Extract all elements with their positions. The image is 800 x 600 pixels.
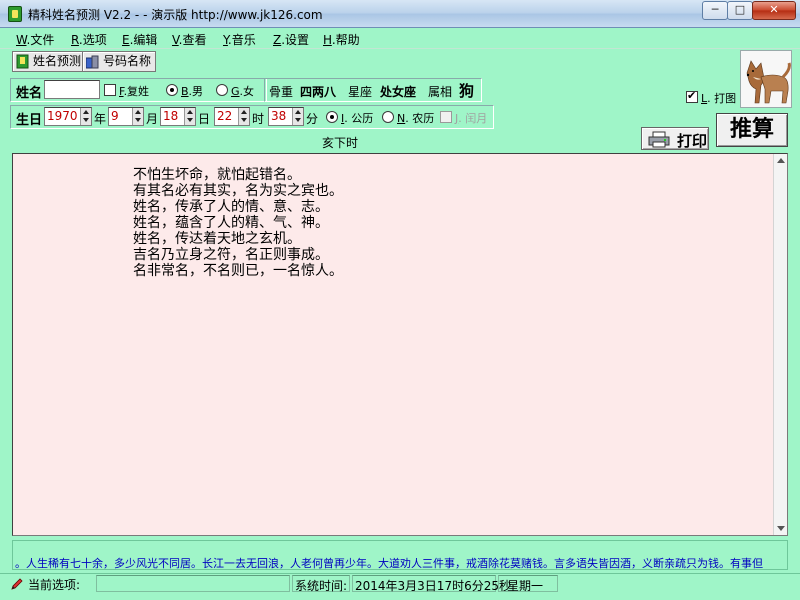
menu-edit[interactable]: E.编辑 <box>122 31 157 48</box>
number-name-button[interactable]: 号码名称 <box>82 51 157 72</box>
name-label: 姓名 <box>16 86 43 101</box>
scrolling-proverb-bar: 。人生稀有七十余，多少风光不同居。长江一去无回浪，人老何曾再少年。大道劝人三件事… <box>12 540 788 570</box>
hour-value: 22 <box>217 109 233 123</box>
name-predict-button[interactable]: 姓名预测 <box>12 51 87 72</box>
print-image-checkbox[interactable] <box>686 89 698 103</box>
title-bar: 精科姓名预测 V2.2 - - 演示版 http://www.jk126.com… <box>0 0 800 28</box>
solar-calendar-radio[interactable] <box>326 111 338 123</box>
month-unit: 月 <box>146 112 159 126</box>
app-icon <box>8 6 22 22</box>
minute-unit: 分 <box>306 112 319 126</box>
menu-file[interactable]: W.文件 <box>16 31 54 48</box>
bone-weight-value: 四两八 <box>300 85 337 99</box>
calculate-button[interactable]: 推算 <box>716 113 788 147</box>
year-spinner[interactable]: 1970 <box>44 107 92 126</box>
intro-poem: 不怕生坏命，就怕起错名。 有其名必有其实，名为实之宾也。 姓名，传承了人的情、意… <box>133 167 343 279</box>
spin-arrows-icon[interactable] <box>184 108 195 125</box>
current-option-field <box>96 575 290 592</box>
female-radio[interactable] <box>216 84 228 96</box>
print-label: 打印 <box>677 132 708 150</box>
scroll-down-icon[interactable] <box>777 526 785 531</box>
status-bar: 当前选项: 系统时间: 2014年3月3日17时6分25秒 星期一 <box>0 573 800 600</box>
zodiac-animal-image <box>740 50 792 108</box>
system-time-value: 2014年3月3日17时6分25秒 <box>355 579 511 593</box>
birth-label: 生日 <box>16 113 43 128</box>
book-icon <box>16 54 29 69</box>
minute-value: 38 <box>271 109 287 123</box>
menu-help[interactable]: H.帮助 <box>323 31 360 48</box>
female-label: G.女 <box>231 85 255 98</box>
name-input[interactable] <box>44 80 100 99</box>
compound-surname-checkbox[interactable] <box>104 84 116 96</box>
print-button[interactable]: 打印 <box>641 127 709 150</box>
chinese-zodiac-label: 属相 <box>428 85 453 99</box>
solar-calendar-label: I. 公历 <box>341 112 374 125</box>
result-text-area[interactable]: 不怕生坏命，就怕起错名。 有其名必有其实，名为实之宾也。 姓名，传承了人的情、意… <box>12 153 788 536</box>
zodiac-sign-label: 星座 <box>348 85 373 99</box>
year-value: 1970 <box>47 109 78 123</box>
books-icon <box>86 55 99 69</box>
name-predict-label: 姓名预测 <box>33 54 82 68</box>
chinese-zodiac-value: 狗 <box>459 82 475 100</box>
menu-options[interactable]: R.选项 <box>71 31 107 48</box>
menu-bar: W.文件 R.选项 E.编辑 V.查看 Y.音乐 Z.设置 H.帮助 <box>0 28 800 49</box>
day-value: 18 <box>163 109 179 123</box>
proverb-text: 。人生稀有七十余，多少风光不同居。长江一去无回浪，人老何曾再少年。大道劝人三件事… <box>15 557 763 570</box>
minimize-button[interactable]: ─ <box>702 1 728 20</box>
hour-unit: 时 <box>252 112 265 126</box>
number-name-label: 号码名称 <box>103 54 152 68</box>
lunar-calendar-radio[interactable] <box>382 111 394 123</box>
day-spinner[interactable]: 18 <box>160 107 196 126</box>
spin-arrows-icon[interactable] <box>238 108 249 125</box>
system-time-label-cell: 系统时间: <box>292 575 350 593</box>
poem-line: 不怕生坏命，就怕起错名。 <box>133 167 301 183</box>
menu-settings[interactable]: Z.设置 <box>273 31 309 48</box>
male-radio[interactable] <box>166 84 178 96</box>
bone-weight-label: 骨重 <box>269 85 294 99</box>
zodiac-sign-value: 处女座 <box>380 85 417 99</box>
menu-view[interactable]: V.查看 <box>172 31 207 48</box>
menu-music[interactable]: Y.音乐 <box>223 31 256 48</box>
weekday-field: 星期一 <box>498 575 558 593</box>
printer-icon <box>648 131 670 148</box>
leap-month-label: J. 闰月 <box>455 112 488 125</box>
pencil-icon <box>11 578 23 590</box>
poem-line: 姓名，传承了人的情、意、志。 <box>133 199 329 215</box>
dog-icon <box>741 51 791 107</box>
scroll-up-icon[interactable] <box>777 158 785 163</box>
year-unit: 年 <box>94 112 107 126</box>
window-title: 精科姓名预测 V2.2 - - 演示版 http://www.jk126.com <box>28 8 323 22</box>
poem-line: 姓名，传达着天地之玄机。 <box>133 231 301 247</box>
shichen-label: 亥下时 <box>322 136 359 150</box>
system-time-field: 2014年3月3日17时6分25秒 <box>352 575 511 593</box>
vertical-scrollbar[interactable] <box>773 154 787 535</box>
spin-arrows-icon[interactable] <box>292 108 303 125</box>
month-value: 9 <box>111 109 119 123</box>
maximize-button[interactable]: □ <box>727 1 753 20</box>
print-image-label: L. 打图 <box>701 92 737 105</box>
hour-spinner[interactable]: 22 <box>214 107 250 126</box>
spin-arrows-icon[interactable] <box>132 108 143 125</box>
close-button[interactable]: ✕ <box>752 1 796 20</box>
toolbar: 姓名预测 号码名称 <box>0 49 800 74</box>
month-spinner[interactable]: 9 <box>108 107 144 126</box>
weekday-value: 星期一 <box>507 579 544 593</box>
system-time-label: 系统时间: <box>295 579 348 593</box>
leap-month-checkbox[interactable] <box>440 111 452 123</box>
current-option-label: 当前选项: <box>28 578 81 592</box>
minute-spinner[interactable]: 38 <box>268 107 304 126</box>
poem-line: 姓名，蕴含了人的精、气、神。 <box>133 215 329 231</box>
day-unit: 日 <box>198 112 211 126</box>
male-label: B.男 <box>181 85 204 98</box>
lunar-calendar-label: N. 农历 <box>397 112 435 125</box>
poem-line: 有其名必有其实，名为实之宾也。 <box>133 183 343 199</box>
poem-line: 名非常名，不名则已，一名惊人。 <box>133 263 343 279</box>
poem-line: 吉名乃立身之符，名正则事成。 <box>133 247 329 263</box>
spin-arrows-icon[interactable] <box>80 108 91 125</box>
compound-surname-label: F.复姓 <box>119 85 150 98</box>
